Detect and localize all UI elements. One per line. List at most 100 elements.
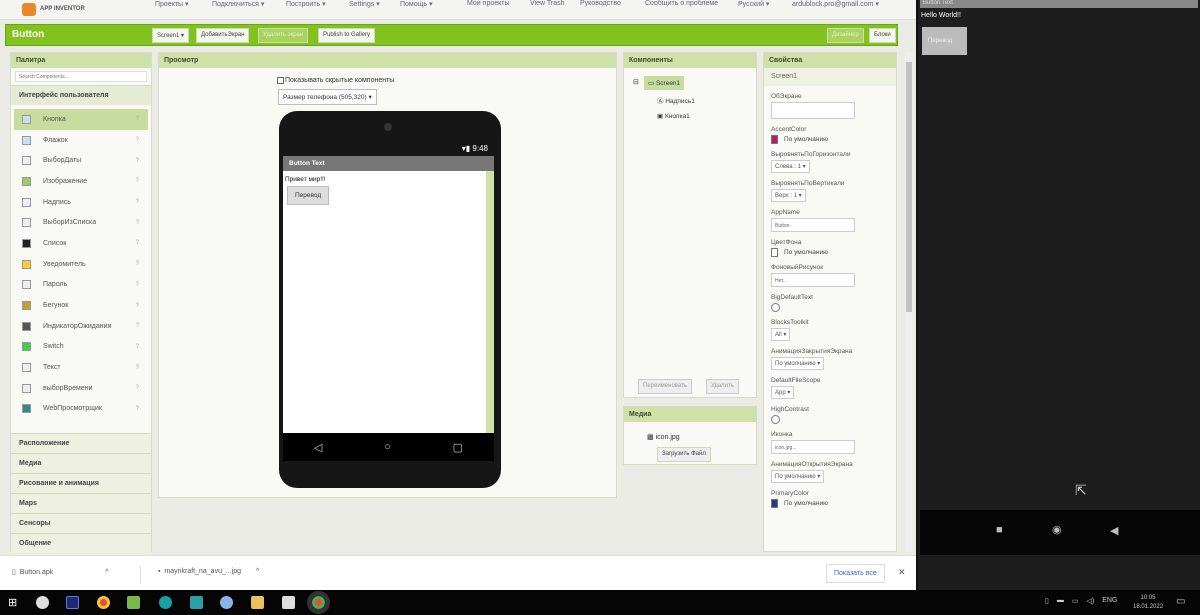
property-input[interactable]: icon.jpg... [771, 440, 855, 454]
palette-category[interactable]: Сенсоры [11, 513, 151, 533]
chevron-up-icon[interactable]: ^ [105, 569, 108, 576]
tree-label1[interactable]: Ⓐ Надпись1 [657, 95, 695, 105]
download-item[interactable]: ▯ Button.apk ^ [12, 568, 109, 576]
palette-category[interactable]: Maps [11, 493, 151, 513]
menu-projects[interactable]: Проекты ▾ [155, 0, 189, 8]
tree-button1[interactable]: ▣ Кнопка1 [657, 112, 690, 120]
palette-item[interactable]: Уведомитель? [14, 254, 148, 275]
remove-screen-button[interactable]: Удалить экран [258, 28, 309, 43]
palette-section-ui[interactable]: Интерфейс пользователя [11, 85, 151, 105]
help-icon[interactable]: ? [136, 116, 139, 122]
property-select[interactable]: All ▾ [771, 328, 791, 341]
scrollbar-thumb[interactable] [906, 62, 912, 312]
palette-item[interactable]: Switch? [14, 337, 148, 358]
help-icon[interactable]: ? [136, 178, 139, 184]
usb-icon[interactable]: ▯ [1045, 597, 1049, 605]
property-select[interactable]: По умолчанию ▾ [771, 357, 825, 370]
palette-category[interactable]: Общение [11, 533, 151, 553]
help-icon[interactable]: ? [136, 158, 139, 164]
link-report[interactable]: Сообщить о проблеме [645, 0, 718, 7]
publish-gallery-button[interactable]: Publish to Gallery [318, 28, 376, 43]
palette-item[interactable]: Изображение? [14, 171, 148, 192]
property-input[interactable]: Нет... [771, 273, 855, 287]
palette-item[interactable]: Пароль? [14, 275, 148, 296]
palette-item[interactable]: Текст? [14, 357, 148, 378]
help-icon[interactable]: ? [136, 137, 139, 143]
collapse-icon[interactable]: ⊟ [633, 78, 639, 86]
battery-icon[interactable]: ▬ [1057, 597, 1064, 605]
property-color[interactable]: По умолчанию [771, 248, 896, 257]
property-checkbox[interactable] [771, 415, 780, 424]
notifications-icon[interactable]: ▭ [1176, 596, 1185, 607]
property-select[interactable]: Верх : 1 ▾ [771, 189, 806, 202]
palette-item[interactable]: выборВремени? [14, 378, 148, 399]
window-icon[interactable] [282, 596, 295, 609]
media-file[interactable]: ▩ icon.jpg [647, 433, 680, 441]
emulator-button[interactable]: Перевод [922, 27, 967, 55]
property-select[interactable]: По умолчанию ▾ [771, 470, 825, 483]
palette-item[interactable]: Флажок? [14, 130, 148, 151]
rename-button[interactable]: Переименовать [638, 379, 692, 394]
chrome-active-icon[interactable] [307, 591, 330, 614]
clock[interactable]: 10:05 18.01.2022 [1133, 594, 1163, 612]
palette-item[interactable]: Кнопка? [14, 109, 148, 130]
button1-preview[interactable]: Перевод [287, 186, 330, 205]
home-icon[interactable]: ◉ [1052, 523, 1062, 536]
notepad-icon[interactable] [127, 596, 140, 609]
help-icon[interactable]: ? [136, 385, 139, 391]
component-search-input[interactable] [15, 71, 147, 82]
link-guide[interactable]: Руководство [580, 0, 621, 7]
back-icon[interactable]: ◀ [1110, 524, 1118, 537]
app-inventor-logo[interactable]: APP INVENTOR [22, 0, 92, 18]
palette-item[interactable]: Бегунок? [14, 295, 148, 316]
screen-select[interactable]: Screen1 ▾ [152, 28, 190, 43]
menu-language[interactable]: Русский ▾ [738, 0, 769, 8]
app-a-icon[interactable] [190, 596, 203, 609]
network-icon[interactable]: ▭ [1072, 597, 1079, 605]
menu-connect[interactable]: Подключиться ▾ [212, 0, 264, 8]
help-icon[interactable]: ? [136, 303, 139, 309]
help-icon[interactable]: ? [136, 199, 139, 205]
help-icon[interactable]: ? [136, 220, 139, 226]
page-scrollbar[interactable] [905, 52, 913, 552]
property-textarea[interactable] [771, 102, 855, 119]
palette-item[interactable]: Надпись? [14, 192, 148, 213]
link-my-projects[interactable]: Мои проекты [467, 0, 510, 7]
upload-file-button[interactable]: Загрузить Файл [657, 447, 711, 462]
photoshop-icon[interactable] [66, 596, 79, 609]
tree-screen1[interactable]: ▭ Screen1 [644, 76, 685, 90]
add-screen-button[interactable]: ДобавитьЭкран [196, 28, 250, 43]
show-hidden-checkbox[interactable]: Показывать скрытые компоненты [277, 77, 394, 84]
help-icon[interactable]: ? [136, 344, 139, 350]
menu-settings[interactable]: Settings ▾ [349, 0, 380, 8]
volume-icon[interactable]: ◁) [1086, 597, 1094, 605]
windows-start-icon[interactable]: ⊞ [8, 596, 17, 609]
menu-help[interactable]: Помощь ▾ [400, 0, 433, 8]
designer-button[interactable]: Дизайнер [827, 28, 864, 43]
help-icon[interactable]: ? [136, 365, 139, 371]
label1-preview[interactable]: Привет мир!!! [283, 171, 494, 183]
palette-category[interactable]: Медиа [11, 453, 151, 473]
palette-category[interactable]: Рисование и анимация [11, 473, 151, 493]
show-all-button[interactable]: Показать все [826, 564, 885, 583]
close-downloads-icon[interactable]: ✕ [898, 567, 906, 578]
property-color[interactable]: По умолчанию [771, 499, 896, 508]
file-explorer-icon[interactable] [251, 596, 264, 609]
recents-icon[interactable]: ■ [996, 524, 1003, 536]
palette-item[interactable]: Список? [14, 233, 148, 254]
phone-size-select[interactable]: Размер телефона (505,320) ▾ [278, 89, 377, 105]
property-checkbox[interactable] [771, 303, 780, 312]
menu-build[interactable]: Построить ▾ [286, 0, 326, 8]
property-color[interactable]: По умолчанию [771, 135, 896, 144]
blocks-button[interactable]: Блоки [869, 28, 896, 43]
settings-icon[interactable] [220, 596, 233, 609]
property-input[interactable]: Button [771, 218, 855, 232]
app-icon[interactable] [36, 596, 49, 609]
help-icon[interactable]: ? [136, 406, 139, 412]
chrome-icon[interactable] [97, 596, 110, 609]
palette-item[interactable]: ИндикаторОжидания? [14, 316, 148, 337]
link-trash[interactable]: View Trash [530, 0, 565, 7]
arduino-icon[interactable] [159, 596, 172, 609]
help-icon[interactable]: ? [136, 282, 139, 288]
help-icon[interactable]: ? [136, 240, 139, 246]
